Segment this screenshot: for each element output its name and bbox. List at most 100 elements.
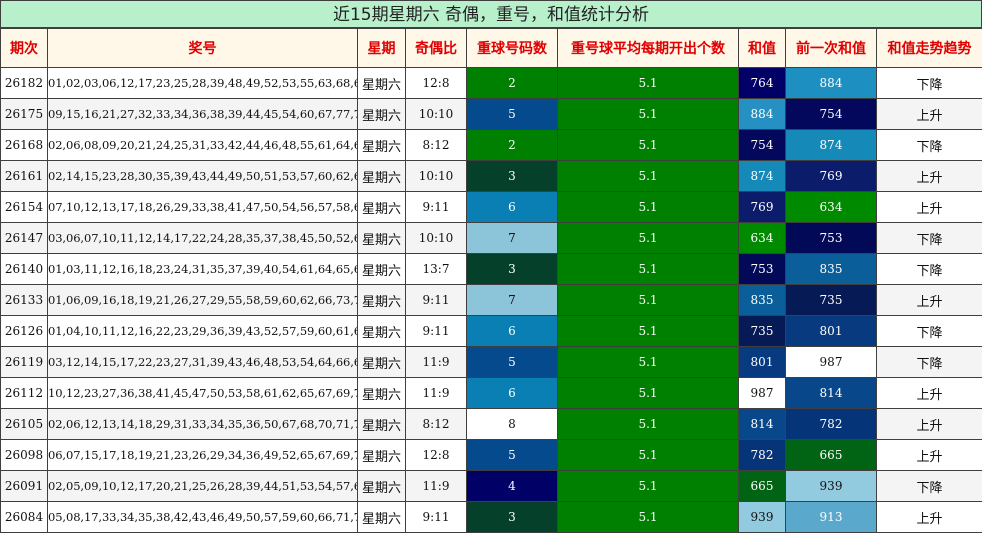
cell-repeat-average: 5.1 [558, 99, 739, 130]
cell-repeat-count: 8 [467, 409, 558, 440]
cell-weekday: 星期六 [358, 409, 406, 440]
cell-numbers: 02,06,12,13,14,18,29,31,33,34,35,36,50,6… [48, 409, 358, 440]
header-repeat-average: 重号球平均每期开出个数 [558, 29, 739, 68]
cell-repeat-count: 6 [467, 192, 558, 223]
table-row: 2613301,06,09,16,18,19,21,26,27,29,55,58… [1, 285, 982, 316]
cell-period: 26168 [1, 130, 48, 161]
header-previous-sum: 前一次和值 [786, 29, 877, 68]
cell-repeat-count: 3 [467, 502, 558, 533]
cell-sum-trend: 上升 [877, 440, 982, 471]
cell-previous-sum: 814 [786, 378, 877, 409]
cell-period: 26084 [1, 502, 48, 533]
cell-odd-even: 10:10 [406, 99, 467, 130]
stats-sheet: 近15期星期六 奇偶，重号，和值统计分析 期次 奖号 星期 奇偶比 重球号码数 … [0, 0, 982, 531]
cell-previous-sum: 735 [786, 285, 877, 316]
table-row: 2614703,06,07,10,11,12,14,17,22,24,28,35… [1, 223, 982, 254]
cell-sum-trend: 上升 [877, 409, 982, 440]
cell-previous-sum: 939 [786, 471, 877, 502]
cell-repeat-average: 5.1 [558, 502, 739, 533]
header-sum-trend: 和值走势趋势 [877, 29, 982, 68]
cell-period: 26175 [1, 99, 48, 130]
cell-weekday: 星期六 [358, 254, 406, 285]
table-row: 2612601,04,10,11,12,16,22,23,29,36,39,43… [1, 316, 982, 347]
header-sum: 和值 [739, 29, 786, 68]
table-row: 2615407,10,12,13,17,18,26,29,33,38,41,47… [1, 192, 982, 223]
cell-repeat-count: 5 [467, 347, 558, 378]
cell-sum: 764 [739, 68, 786, 99]
cell-period: 26147 [1, 223, 48, 254]
cell-repeat-average: 5.1 [558, 254, 739, 285]
cell-odd-even: 10:10 [406, 223, 467, 254]
cell-numbers: 09,15,16,21,27,32,33,34,36,38,39,44,45,5… [48, 99, 358, 130]
cell-odd-even: 10:10 [406, 161, 467, 192]
cell-sum: 754 [739, 130, 786, 161]
cell-sum-trend: 下降 [877, 471, 982, 502]
cell-numbers: 02,06,08,09,20,21,24,25,31,33,42,44,46,4… [48, 130, 358, 161]
cell-sum-trend: 下降 [877, 130, 982, 161]
cell-repeat-count: 4 [467, 471, 558, 502]
cell-previous-sum: 754 [786, 99, 877, 130]
cell-repeat-average: 5.1 [558, 316, 739, 347]
cell-period: 26119 [1, 347, 48, 378]
cell-period: 26098 [1, 440, 48, 471]
cell-numbers: 02,05,09,10,12,17,20,21,25,26,28,39,44,5… [48, 471, 358, 502]
cell-weekday: 星期六 [358, 99, 406, 130]
cell-numbers: 01,02,03,06,12,17,23,25,28,39,48,49,52,5… [48, 68, 358, 99]
cell-previous-sum: 753 [786, 223, 877, 254]
cell-repeat-average: 5.1 [558, 285, 739, 316]
cell-repeat-average: 5.1 [558, 192, 739, 223]
cell-period: 26105 [1, 409, 48, 440]
cell-numbers: 03,12,14,15,17,22,23,27,31,39,43,46,48,5… [48, 347, 358, 378]
cell-repeat-average: 5.1 [558, 130, 739, 161]
table-row: 2616802,06,08,09,20,21,24,25,31,33,42,44… [1, 130, 982, 161]
cell-weekday: 星期六 [358, 161, 406, 192]
cell-sum: 814 [739, 409, 786, 440]
table-row: 2611903,12,14,15,17,22,23,27,31,39,43,46… [1, 347, 982, 378]
cell-repeat-average: 5.1 [558, 347, 739, 378]
cell-sum-trend: 下降 [877, 68, 982, 99]
cell-numbers: 07,10,12,13,17,18,26,29,33,38,41,47,50,5… [48, 192, 358, 223]
cell-repeat-average: 5.1 [558, 223, 739, 254]
cell-period: 26091 [1, 471, 48, 502]
cell-numbers: 02,14,15,23,28,30,35,39,43,44,49,50,51,5… [48, 161, 358, 192]
cell-odd-even: 11:9 [406, 347, 467, 378]
header-odd-even: 奇偶比 [406, 29, 467, 68]
cell-previous-sum: 769 [786, 161, 877, 192]
header-row: 期次 奖号 星期 奇偶比 重球号码数 重号球平均每期开出个数 和值 前一次和值 … [1, 29, 982, 68]
cell-sum: 884 [739, 99, 786, 130]
cell-numbers: 01,06,09,16,18,19,21,26,27,29,55,58,59,6… [48, 285, 358, 316]
cell-sum: 987 [739, 378, 786, 409]
header-numbers: 奖号 [48, 29, 358, 68]
cell-period: 26112 [1, 378, 48, 409]
table-row: 2608405,08,17,33,34,35,38,42,43,46,49,50… [1, 502, 982, 533]
cell-sum-trend: 上升 [877, 161, 982, 192]
cell-odd-even: 12:8 [406, 440, 467, 471]
cell-sum-trend: 下降 [877, 347, 982, 378]
cell-repeat-count: 5 [467, 99, 558, 130]
cell-odd-even: 11:9 [406, 471, 467, 502]
cell-numbers: 01,03,11,12,16,18,23,24,31,35,37,39,40,5… [48, 254, 358, 285]
cell-repeat-count: 2 [467, 68, 558, 99]
cell-sum-trend: 下降 [877, 223, 982, 254]
cell-repeat-count: 3 [467, 254, 558, 285]
header-weekday: 星期 [358, 29, 406, 68]
cell-repeat-average: 5.1 [558, 440, 739, 471]
cell-sum: 939 [739, 502, 786, 533]
cell-odd-even: 8:12 [406, 130, 467, 161]
cell-weekday: 星期六 [358, 502, 406, 533]
cell-numbers: 01,04,10,11,12,16,22,23,29,36,39,43,52,5… [48, 316, 358, 347]
cell-repeat-average: 5.1 [558, 161, 739, 192]
cell-repeat-average: 5.1 [558, 471, 739, 502]
cell-weekday: 星期六 [358, 130, 406, 161]
cell-previous-sum: 835 [786, 254, 877, 285]
cell-odd-even: 9:11 [406, 192, 467, 223]
cell-repeat-count: 5 [467, 440, 558, 471]
cell-period: 26126 [1, 316, 48, 347]
cell-previous-sum: 634 [786, 192, 877, 223]
table-row: 2617509,15,16,21,27,32,33,34,36,38,39,44… [1, 99, 982, 130]
cell-numbers: 10,12,23,27,36,38,41,45,47,50,53,58,61,6… [48, 378, 358, 409]
cell-repeat-average: 5.1 [558, 378, 739, 409]
cell-previous-sum: 874 [786, 130, 877, 161]
cell-sum: 769 [739, 192, 786, 223]
cell-previous-sum: 801 [786, 316, 877, 347]
